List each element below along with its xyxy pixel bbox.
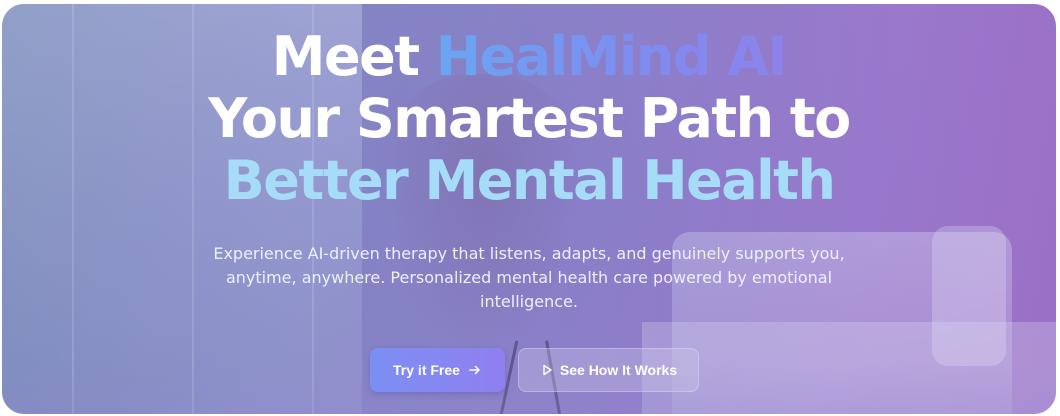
headline-brand-name: HealMind AI bbox=[435, 25, 788, 88]
hero-headline: Meet HealMind AI Your Smartest Path to B… bbox=[2, 26, 1056, 212]
try-it-free-button[interactable]: Try it Free bbox=[370, 348, 505, 392]
headline-prefix: Meet bbox=[271, 25, 420, 88]
play-icon bbox=[540, 363, 554, 377]
try-it-free-label: Try it Free bbox=[393, 362, 460, 378]
see-how-it-works-label: See How It Works bbox=[559, 362, 678, 378]
headline-line-1: Meet HealMind AI bbox=[2, 26, 1056, 88]
headline-line-3: Better Mental Health bbox=[223, 149, 836, 212]
hero-section: Meet HealMind AI Your Smartest Path to B… bbox=[2, 4, 1056, 414]
headline-line-2: Your Smartest Path to bbox=[208, 87, 851, 150]
arrow-right-icon bbox=[468, 363, 482, 377]
see-how-it-works-button[interactable]: See How It Works bbox=[518, 348, 699, 392]
hero-subtitle: Experience AI-driven therapy that listen… bbox=[213, 244, 845, 311]
